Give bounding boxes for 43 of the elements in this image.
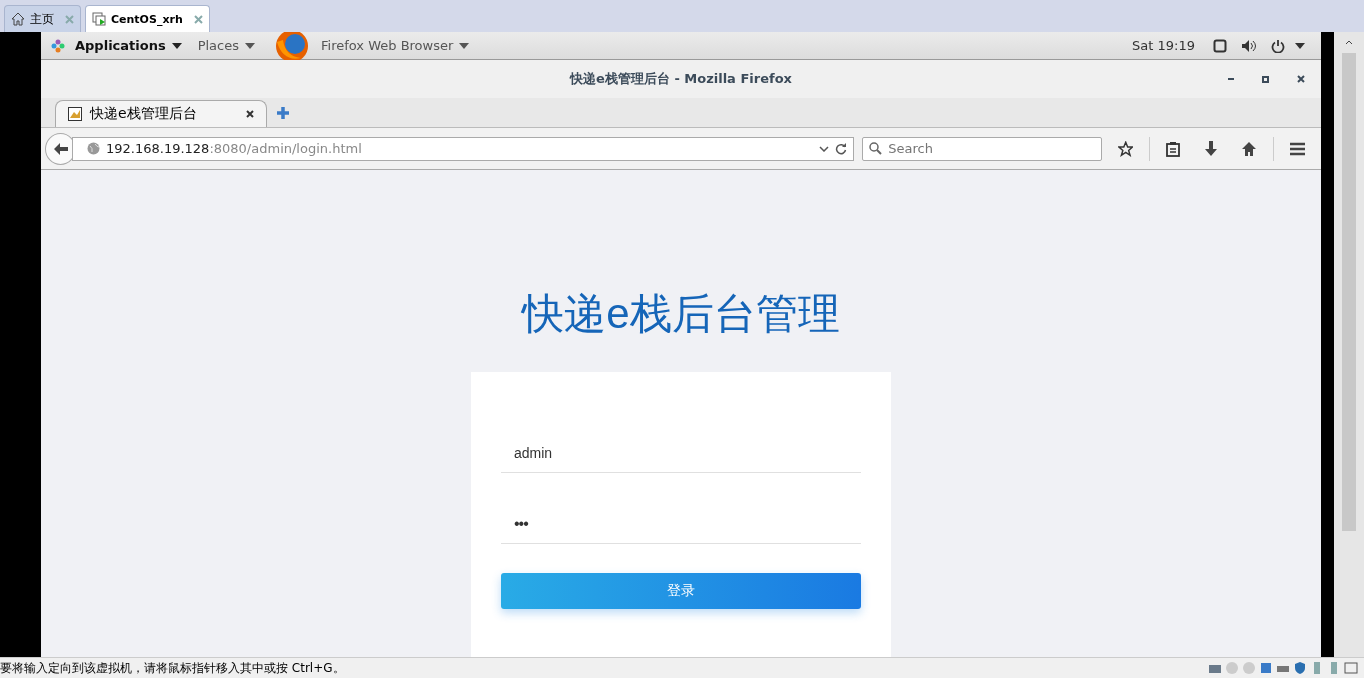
scrollbar-thumb[interactable] [1342,53,1356,531]
address-field[interactable]: 192.168.19.128:8080/admin/login.html [72,136,855,161]
clock[interactable]: Sat 19:19 [1132,38,1195,53]
home-icon [11,12,25,26]
menu-item[interactable]: Places [197,38,239,53]
star-icon[interactable] [1117,140,1133,157]
back-arrow-icon [53,142,68,155]
tab[interactable]: 主页 [4,5,81,32]
caret-icon [171,42,182,49]
reload-icon[interactable] [835,142,848,155]
caret-icon [459,42,470,49]
favicon-icon [68,107,82,121]
search-icon [869,142,883,155]
status-text: 要将输入定向到该虚拟机，请将鼠标指针移入其中或按 Ctrl+G。 [0,659,345,677]
search-input[interactable]: Search [888,141,1089,156]
maximize-icon[interactable] [1262,75,1269,83]
scrollbar[interactable] [1334,32,1364,657]
shield-icon[interactable] [1293,661,1307,675]
scroll-up-icon[interactable] [1345,40,1353,45]
dropdown-icon[interactable] [819,145,830,152]
download-icon[interactable] [1203,140,1218,157]
search-field[interactable]: Search [862,136,1102,161]
flower-icon [51,38,65,53]
caret-icon[interactable] [1295,42,1305,49]
window-icon[interactable] [1213,38,1227,53]
caret-icon [245,42,255,49]
close-icon[interactable] [246,110,254,118]
vm-icon [92,12,106,26]
new-tab-icon[interactable] [277,106,289,119]
globe-icon [87,142,100,155]
window-title: 快递e栈管理后台 - Mozilla Firefox [570,70,792,88]
tab[interactable]: 快递e栈管理后台 [55,100,267,127]
close-icon[interactable] [1297,75,1305,83]
menu-item[interactable]: Applications [75,38,166,53]
volume-icon[interactable] [1241,38,1257,53]
home-icon[interactable] [1241,140,1257,157]
menu-icon[interactable] [1289,141,1305,156]
page-heading: 快递e栈后台管理 [522,289,840,339]
menu-item[interactable]: Firefox Web Browser [321,38,454,53]
clipboard-icon[interactable] [1166,140,1180,157]
url-text: 192.168.19.128:8080/admin/login.html [106,141,362,156]
power-icon[interactable] [1271,38,1285,53]
tab[interactable]: CentOS_xrh [85,5,210,32]
